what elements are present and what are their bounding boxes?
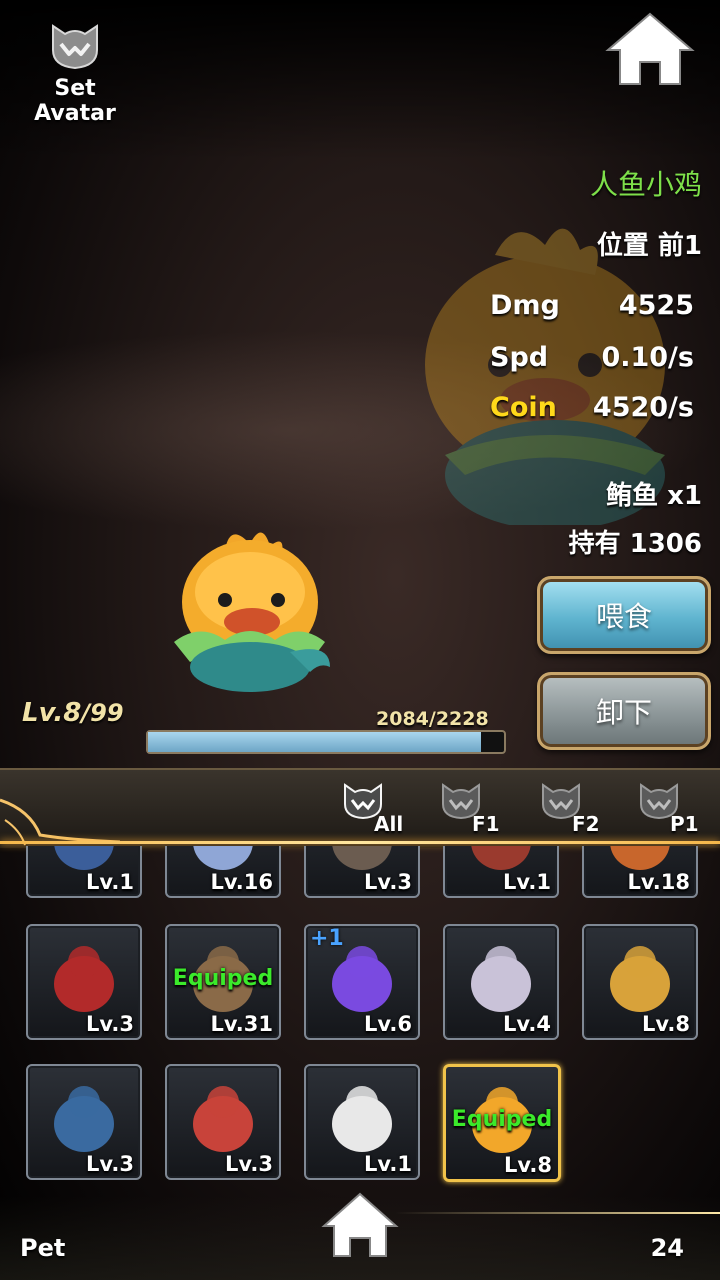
filter-tab-label: P1 [670,812,699,836]
equipped-badge: Equiped [172,966,274,991]
pet-slot-level: Lv.1 [364,1152,412,1176]
feed-button[interactable]: 喂食 [537,576,711,654]
pet-slot[interactable]: Equiped Lv.31 [165,924,281,1040]
pet-slot[interactable]: Lv.8 [582,924,698,1040]
pet-sprite [174,532,330,692]
food-owned: 持有 1306 [568,529,702,559]
exp-bar [146,730,506,754]
pet-level-max: /99 [81,699,124,727]
stat-speed-value: 0.10/s [601,342,694,373]
filter-tab-f1[interactable]: F1 [440,780,520,836]
pet-slot-level: Lv.8 [504,1153,552,1177]
home-icon[interactable] [604,10,696,88]
pet-slot[interactable]: Lv.1 [26,846,142,898]
pet-slot-level: Lv.1 [503,870,551,894]
pet-name: 人鱼小鸡 [589,168,702,201]
filter-tab-label: F1 [472,812,500,836]
pet-portrait [471,946,531,1012]
pet-slot[interactable]: Lv.1 [443,846,559,898]
filter-tab-f2[interactable]: F2 [540,780,620,836]
stat-speed-label: Spd [490,342,549,373]
pet-slot-level: Lv.3 [86,1152,134,1176]
pet-slot[interactable]: Lv.18 [582,846,698,898]
pet-portrait [193,1086,253,1152]
pet-portrait [54,946,114,1012]
home-icon[interactable] [320,1190,400,1260]
pet-slot[interactable]: Lv.3 [304,846,420,898]
exp-bar-fill [148,732,481,752]
filter-tab-p1[interactable]: P1 [638,780,718,836]
bottom-divider [395,1212,720,1214]
stat-damage-label: Dmg [490,290,560,321]
set-avatar-label: Set Avatar [34,76,116,126]
pet-slot-level: Lv.3 [225,1152,273,1176]
pet-slot-level: Lv.4 [503,1012,551,1036]
pet-slot-level: Lv.31 [210,1012,273,1036]
exp-text: 2084/2228 [376,708,489,730]
food-requirement: 鲔鱼 x1 [606,481,702,511]
pet-slot-level: Lv.6 [364,1012,412,1036]
stat-coin-label: Coin [490,392,557,423]
pet-slot[interactable]: Lv.16 [165,846,281,898]
pet-position: 位置 前1 [596,231,702,261]
stat-coin-value: 4520/s [592,392,694,423]
section-label: Pet [20,1234,66,1262]
pet-count: 24 [650,1234,684,1262]
pet-portrait [332,1086,392,1152]
cat-face-icon [52,24,98,70]
pet-slot-level: Lv.8 [642,1012,690,1036]
pet-slot[interactable]: Lv.3 [26,924,142,1040]
pet-slot-level: Lv.1 [86,870,134,894]
pet-slot-level: Lv.3 [86,1012,134,1036]
unequip-button[interactable]: 卸下 [537,672,711,750]
pet-slot-level: Lv.16 [210,870,273,894]
pet-grid: Lv.1 Lv.16 Lv.3 Lv.1 Lv.18 Lv.3 Equiped Lv.31 +1… [0,846,720,1196]
filter-tab-label: F2 [572,812,600,836]
pet-slot[interactable]: Equiped Lv.8 [443,1064,561,1182]
pet-slot[interactable]: Lv.4 [443,924,559,1040]
set-avatar-button[interactable]: Set Avatar [10,18,140,126]
pet-slot[interactable]: Lv.3 [165,1064,281,1180]
pet-slot[interactable]: Lv.3 [26,1064,142,1180]
pet-portrait [54,1086,114,1152]
equipped-badge: Equiped [451,1107,553,1132]
stat-damage-value: 4525 [618,290,694,321]
filter-tab-label: All [374,812,404,836]
filter-divider [0,841,720,844]
pet-slot-level: Lv.3 [364,870,412,894]
filter-tab-all[interactable]: All [342,780,422,836]
upgrade-badge: +1 [310,926,344,951]
pet-slot[interactable]: Lv.1 [304,1064,420,1180]
pet-slot[interactable]: +1 Lv.6 [304,924,420,1040]
pet-portrait [610,946,670,1012]
pet-level: Lv.8/99 [22,698,124,728]
pet-level-current: Lv.8 [22,698,82,728]
pet-slot-level: Lv.18 [627,870,690,894]
